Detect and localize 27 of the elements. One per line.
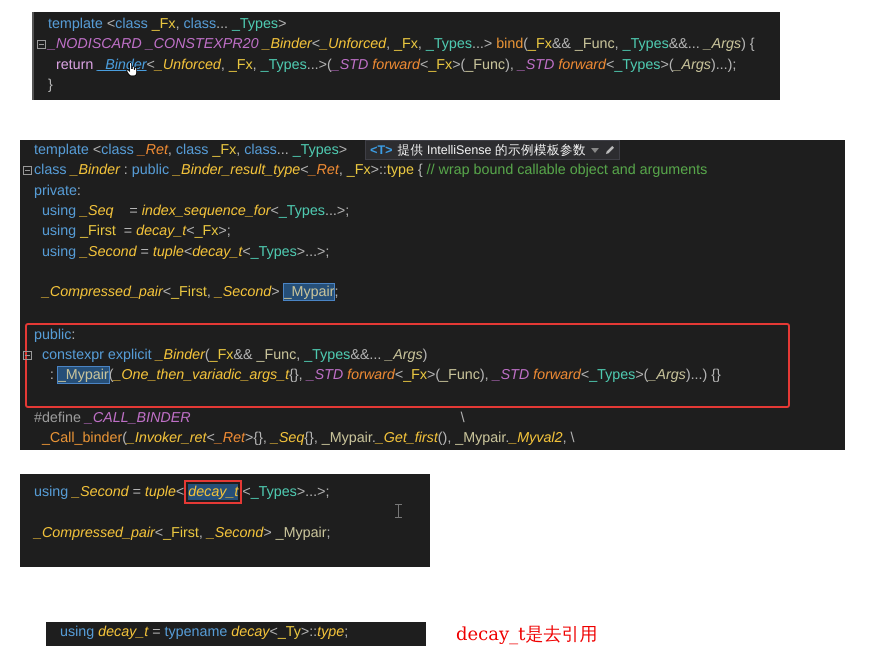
intellisense-hint-bar[interactable]: <T> 提供 IntelliSense 的示例模板参数	[365, 140, 620, 160]
pencil-icon[interactable]	[604, 144, 615, 156]
code-line: using _Second = tuple< decay_t <_Types>...>;	[34, 483, 330, 502]
code-line: #define _CALL_BINDER \	[34, 409, 465, 428]
code-line: using _Second = tuple<decay_t<_Types>...>;	[40, 242, 330, 262]
code-line: _Compressed_pair<_First, _Second> _Mypair;	[40, 283, 338, 302]
code-line: template <class _Fx, class... _Types>	[48, 15, 286, 34]
code-line: }	[48, 76, 53, 96]
collapse-icon[interactable]	[36, 40, 46, 49]
code-line: using decay_t = typename decay<_Ty>::type;	[60, 623, 348, 642]
code-line: using _Seq = index_sequence_for<_Types...>;	[40, 202, 350, 222]
code-line: _Compressed_pair<_First, _Second> _Mypair;	[34, 524, 330, 543]
code-line: class _Binder : public _Binder_result_type<_Ret, _Fx>::type { // wrap bound callable object and arguments	[34, 161, 708, 180]
type-parameter-label: <T>	[370, 143, 392, 158]
code-line: private:	[34, 182, 81, 201]
code-line: return _Binder<_Unforced, _Fx, _Types...>(_STD forward<_Fx>(_Func), _STD forward<_Types>(_Args)...);	[54, 56, 736, 75]
code-line: constexpr explicit _Binder(_Fx&& _Func, _Types&&... _Args)	[40, 346, 428, 366]
code-line: using _First = decay_t<_Fx>;	[40, 222, 231, 242]
caret-icon[interactable]	[590, 148, 599, 153]
annotation-text: decay_t是去引用	[456, 623, 598, 646]
code-line: _Call_binder(_Invoker_ret<_Ret>{}, _Seq{}, _Mypair._Get_first(), _Mypair._Myval2, \	[40, 429, 574, 448]
collapse-icon[interactable]	[22, 166, 32, 175]
code-line: public:	[34, 326, 76, 345]
code-line: _NODISCARD _CONSTEXPR20 _Binder<_Unforced, _Fx, _Types...> bind(_Fx&& _Func, _Types&&... _Args) {	[48, 35, 755, 54]
collapse-icon[interactable]	[22, 350, 32, 360]
code-line: template <class _Ret, class _Fx, class... _Types>	[34, 141, 348, 160]
hint-text: 提供 IntelliSense 的示例模板参数	[397, 142, 586, 159]
